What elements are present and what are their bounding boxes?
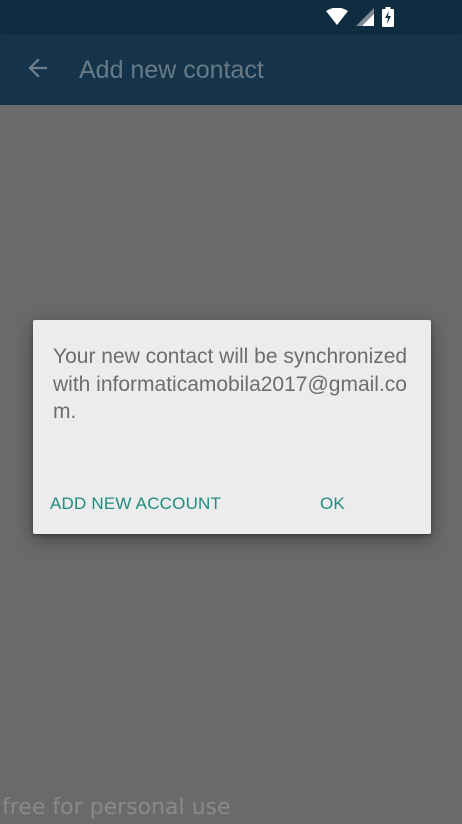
- app-bar: Add new contact: [0, 34, 462, 105]
- watermark-text: free for personal use: [2, 795, 231, 820]
- status-icons: [326, 7, 394, 27]
- ok-button[interactable]: OK: [320, 494, 345, 514]
- add-new-account-button[interactable]: ADD NEW ACCOUNT: [50, 494, 221, 514]
- back-button[interactable]: [18, 50, 58, 90]
- wifi-icon: [326, 8, 348, 26]
- arrow-back-icon: [26, 56, 50, 85]
- sync-dialog: Your new contact will be synchronized wi…: [33, 320, 431, 534]
- page-title: Add new contact: [79, 56, 264, 84]
- cellular-signal-icon: [356, 8, 374, 26]
- dialog-message: Your new contact will be synchronized wi…: [53, 345, 408, 423]
- status-bar: [0, 0, 462, 34]
- battery-charging-icon: [382, 7, 394, 27]
